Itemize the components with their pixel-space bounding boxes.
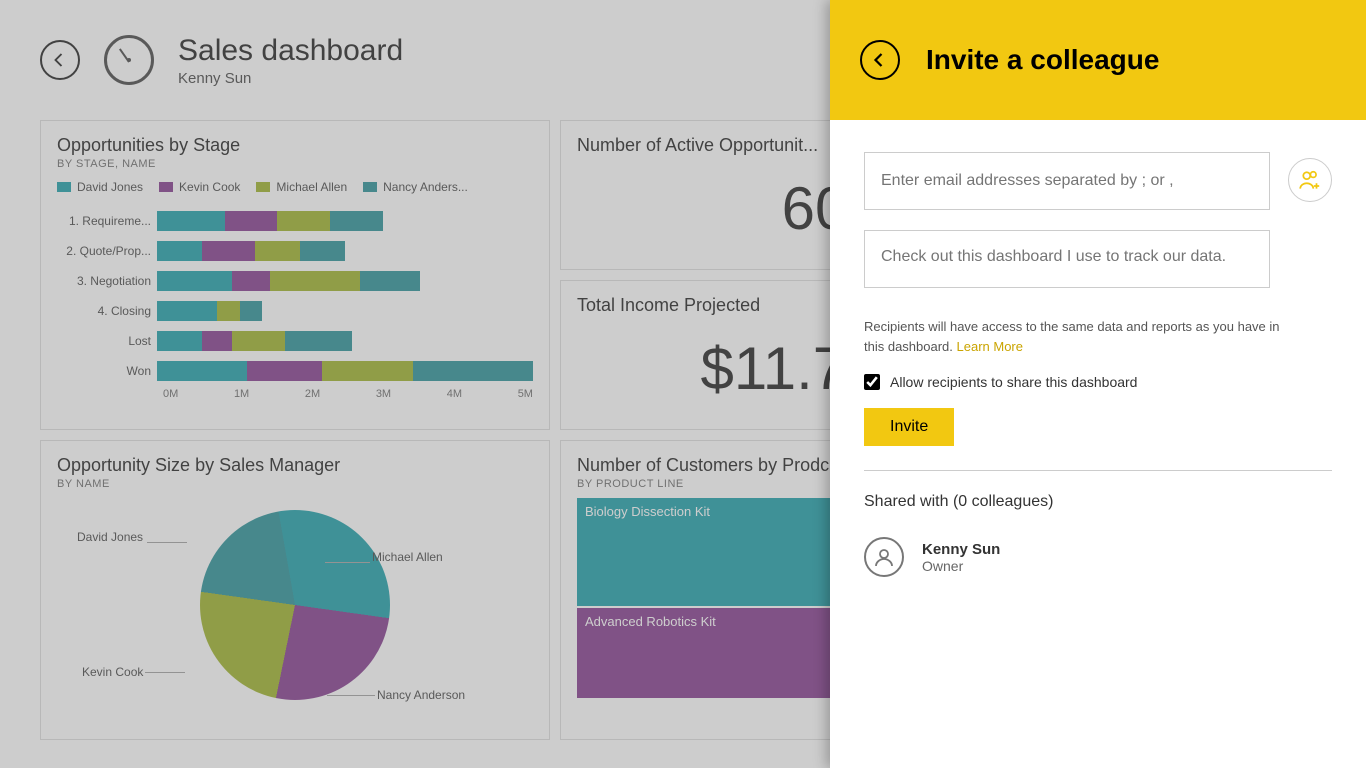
owner-role: Owner	[922, 558, 1000, 574]
people-add-icon	[1297, 167, 1323, 193]
access-note: Recipients will have access to the same …	[864, 317, 1302, 356]
owner-row: Kenny Sun Owner	[864, 537, 1332, 577]
person-icon	[872, 545, 896, 569]
panel-back-button[interactable]	[860, 40, 900, 80]
avatar-icon	[864, 537, 904, 577]
allow-reshare-label: Allow recipients to share this dashboard	[890, 374, 1137, 390]
panel-title: Invite a colleague	[926, 44, 1159, 76]
allow-reshare-checkbox[interactable]	[864, 374, 880, 390]
shared-with-heading: Shared with (0 colleagues)	[864, 493, 1332, 511]
panel-header: Invite a colleague	[830, 0, 1366, 120]
add-from-contacts-button[interactable]	[1288, 158, 1332, 202]
divider	[864, 470, 1332, 471]
arrow-left-icon	[871, 51, 889, 69]
message-input[interactable]	[864, 230, 1270, 288]
learn-more-link[interactable]: Learn More	[957, 339, 1023, 354]
invite-panel: Invite a colleague Recipients will have …	[830, 0, 1366, 768]
invite-button[interactable]: Invite	[864, 408, 954, 446]
owner-name: Kenny Sun	[922, 541, 1000, 558]
email-input[interactable]	[864, 152, 1270, 210]
allow-reshare-row[interactable]: Allow recipients to share this dashboard	[864, 374, 1332, 390]
